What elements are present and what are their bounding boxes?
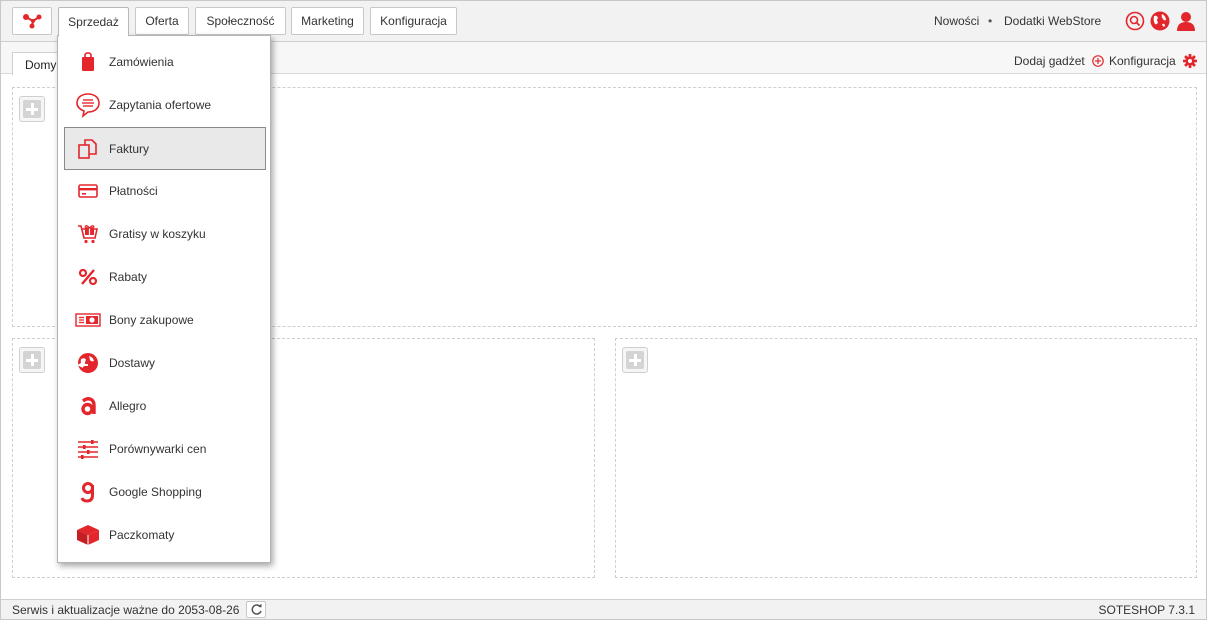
menu-item-payments[interactable]: Płatności	[64, 169, 266, 212]
allegro-icon	[75, 393, 101, 419]
documents-icon	[75, 136, 101, 162]
menu-item-invoices[interactable]: Faktury	[64, 127, 266, 170]
search-icon[interactable]	[1125, 11, 1145, 31]
add-gadget-button[interactable]	[622, 347, 648, 373]
tab-oferta[interactable]: Oferta	[135, 7, 189, 35]
menu-item-orders[interactable]: Zamówienia	[64, 40, 266, 83]
credit-card-icon	[75, 178, 101, 204]
sliders-icon	[75, 436, 101, 462]
menu-item-label: Porównywarki cen	[109, 441, 207, 456]
menu-item-label: Faktury	[109, 141, 150, 156]
refresh-icon	[251, 603, 262, 615]
refresh-button[interactable]	[246, 601, 266, 618]
menu-item-quote-requests[interactable]: Zapytania ofertowe	[64, 83, 266, 126]
user-icon[interactable]	[1176, 11, 1196, 31]
sales-dropdown-menu: Zamówienia Zapytania ofertowe Faktury Pł…	[57, 35, 271, 563]
version-label: SOTESHOP 7.3.1	[1098, 603, 1196, 617]
dashboard-configuration-link[interactable]: Konfiguracja	[1109, 54, 1176, 68]
tab-konfiguracja[interactable]: Konfiguracja	[370, 7, 457, 35]
voucher-icon	[74, 307, 102, 333]
gift-cart-icon	[75, 221, 101, 247]
add-gadget-button[interactable]	[19, 96, 45, 122]
globe-icon[interactable]	[1150, 11, 1170, 31]
plus-icon	[23, 100, 41, 118]
menu-item-label: Zapytania ofertowe	[109, 97, 212, 112]
news-link[interactable]: Nowości	[934, 14, 979, 28]
plus-icon	[23, 351, 41, 369]
menu-item-vouchers[interactable]: Bony zakupowe	[64, 298, 266, 341]
menu-item-price-comparison[interactable]: Porównywarki cen	[64, 427, 266, 470]
menu-item-discounts[interactable]: Rabaty	[64, 255, 266, 298]
menu-item-label: Płatności	[109, 183, 158, 198]
add-gadget-link[interactable]: Dodaj gadżet	[1014, 54, 1085, 68]
plus-icon	[626, 351, 644, 369]
menu-item-label: Dostawy	[109, 355, 156, 370]
status-footer: Serwis i aktualizacje ważne do 2053-08-2…	[1, 599, 1206, 619]
logo-home-button[interactable]	[12, 7, 52, 35]
gear-icon[interactable]	[1183, 54, 1197, 68]
menu-item-cart-gifts[interactable]: Gratisy w koszyku	[64, 212, 266, 255]
globe-delivery-icon	[75, 350, 101, 376]
service-validity-text: Serwis i aktualizacje ważne do 2053-08-2…	[12, 603, 240, 617]
add-gadget-button[interactable]	[19, 347, 45, 373]
tab-sprzedaz[interactable]: Sprzedaż	[58, 7, 129, 37]
menu-item-deliveries[interactable]: Dostawy	[64, 341, 266, 384]
menu-item-allegro[interactable]: Allegro	[64, 384, 266, 427]
menu-item-label: Allegro	[109, 398, 147, 413]
add-circle-icon[interactable]	[1092, 55, 1104, 67]
tab-marketing[interactable]: Marketing	[291, 7, 364, 35]
menu-item-google-shopping[interactable]: Google Shopping	[64, 470, 266, 513]
percent-icon	[75, 264, 101, 290]
menu-item-parcel-lockers[interactable]: Paczkomaty	[64, 513, 266, 556]
shopping-bag-icon	[75, 49, 101, 75]
menu-item-label: Rabaty	[109, 269, 148, 284]
menu-item-label: Google Shopping	[109, 484, 202, 499]
link-separator: •	[988, 14, 993, 28]
menu-item-label: Bony zakupowe	[109, 312, 194, 327]
menu-item-label: Zamówienia	[109, 54, 174, 69]
menu-item-label: Paczkomaty	[109, 527, 175, 542]
parcel-locker-icon	[75, 522, 101, 548]
menu-item-label: Gratisy w koszyku	[109, 226, 206, 241]
gadget-panel-bottom-right	[615, 338, 1197, 578]
logo-icon	[23, 14, 42, 29]
webstore-addons-link[interactable]: Dodatki WebStore	[1004, 14, 1101, 28]
chat-bubble-icon	[75, 92, 101, 118]
google-g-icon	[75, 479, 101, 505]
tab-spolecznosc[interactable]: Społeczność	[195, 7, 286, 35]
